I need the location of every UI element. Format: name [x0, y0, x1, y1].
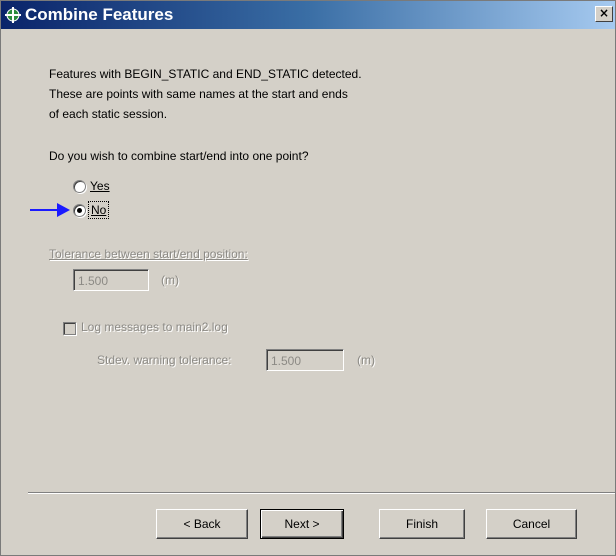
title-bar[interactable]: Combine Features ×: [1, 1, 615, 29]
finish-button-label: Finish: [405, 517, 438, 531]
stdev-value: 1.500: [267, 350, 343, 370]
stdev-label: Stdev. warning tolerance:: [97, 353, 232, 367]
description-line: These are points with same names at the …: [49, 87, 348, 101]
description-line: Features with BEGIN_STATIC and END_STATI…: [49, 67, 362, 81]
tolerance-label: Tolerance between start/end position:: [49, 247, 248, 261]
tolerance-input[interactable]: 1.500: [73, 269, 149, 291]
log-messages-label[interactable]: Log messages to main2.log: [81, 320, 228, 334]
no-radio[interactable]: [73, 203, 86, 217]
log-messages-checkbox[interactable]: [63, 322, 76, 335]
button-divider: [28, 492, 615, 494]
dialog-title: Combine Features: [25, 5, 174, 24]
next-button[interactable]: Next >: [260, 509, 344, 539]
close-icon: ×: [598, 6, 610, 20]
crosshair-icon: [5, 7, 21, 23]
finish-button[interactable]: Finish: [379, 509, 465, 539]
arrow-right-icon: [30, 203, 70, 217]
no-radio-label[interactable]: No: [87, 201, 110, 219]
tolerance-unit: (m): [161, 273, 179, 287]
yes-radio[interactable]: [73, 179, 86, 193]
description-line: of each static session.: [49, 107, 168, 121]
back-button-label: < Back: [183, 517, 221, 531]
combine-features-dialog: Combine Features × Features with BEGIN_S…: [0, 0, 616, 556]
back-button[interactable]: < Back: [156, 509, 248, 539]
tolerance-value: 1.500: [74, 270, 148, 290]
close-button[interactable]: ×: [595, 6, 613, 22]
description-text: Features with BEGIN_STATIC and END_STATI…: [49, 64, 489, 124]
stdev-unit: (m): [357, 353, 375, 367]
cancel-button-label: Cancel: [512, 517, 551, 531]
stdev-input[interactable]: 1.500: [266, 349, 344, 371]
combine-question: Do you wish to combine start/end into on…: [49, 149, 309, 163]
yes-radio-label[interactable]: Yes: [90, 179, 110, 193]
cancel-button[interactable]: Cancel: [486, 509, 577, 539]
no-radio-option[interactable]: No: [73, 201, 110, 219]
next-button-label: Next >: [284, 517, 320, 531]
yes-radio-option[interactable]: Yes: [73, 177, 110, 195]
